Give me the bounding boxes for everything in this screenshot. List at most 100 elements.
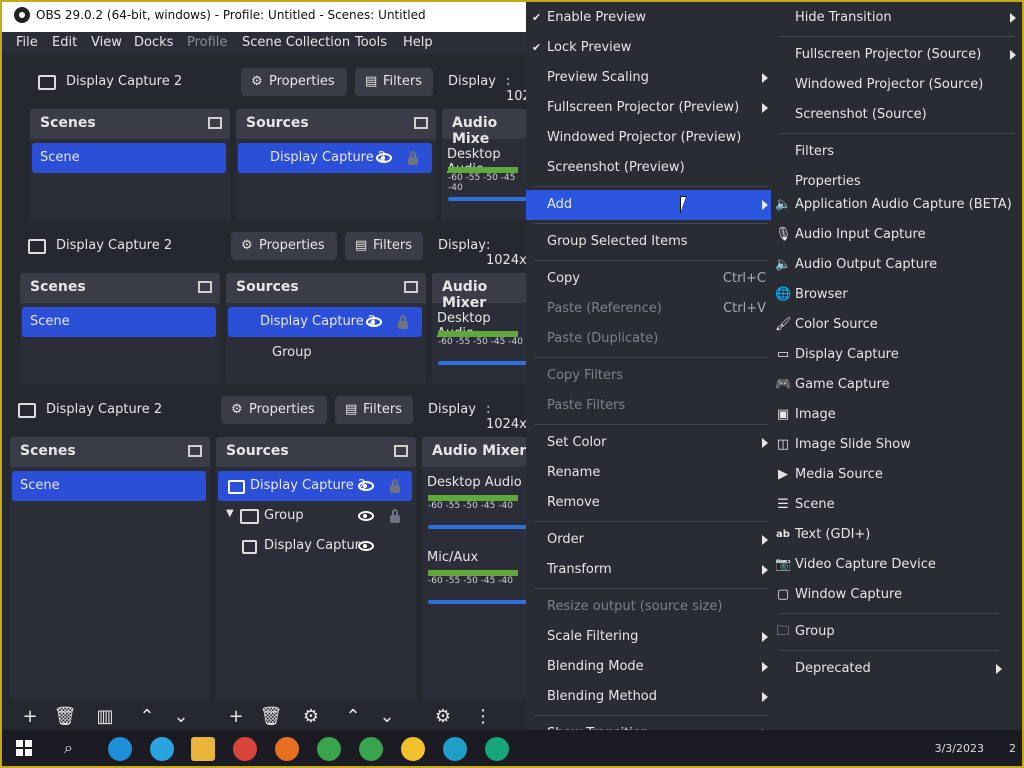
menu-filters[interactable]: Filters (771, 137, 1024, 167)
firefox-icon[interactable] (275, 737, 299, 761)
chrome-dev-icon[interactable] (359, 737, 383, 761)
undock-icon[interactable] (208, 117, 222, 129)
scene-row[interactable]: Scene (32, 143, 226, 173)
expand-arrow-icon[interactable]: ▼ (226, 508, 234, 519)
menu-blending-method[interactable]: Blending Method (526, 682, 776, 712)
menu-screenshot-source[interactable]: Screenshot (Source) (771, 100, 1024, 130)
visibility-eye-icon[interactable] (366, 317, 382, 327)
menu-help[interactable]: Help (403, 35, 433, 50)
menu-order[interactable]: Order (526, 525, 776, 555)
volume-slider[interactable] (438, 361, 528, 365)
add-browser[interactable]: 🌐 Browser (771, 280, 1024, 310)
group-row[interactable]: ▼ Group (218, 501, 412, 531)
scene-row[interactable]: Scene (22, 307, 216, 337)
add-color-source[interactable]: 🖌 Color Source (771, 310, 1024, 340)
add-image-slide-show[interactable]: ◫ Image Slide Show (771, 430, 1024, 460)
notification-count[interactable]: 2 (1009, 742, 1016, 755)
source-down-icon[interactable]: ⌄ (374, 706, 400, 728)
undock-icon[interactable] (198, 281, 212, 293)
add-image[interactable]: ▣ Image (771, 400, 1024, 430)
filters-button[interactable]: ▤ Filters (335, 396, 413, 424)
menu-edit[interactable]: Edit (52, 35, 77, 50)
add-scene-button[interactable]: + (17, 706, 43, 728)
menu-fullscreen-projector-source[interactable]: Fullscreen Projector (Source) (771, 40, 1024, 70)
menu-screenshot-preview[interactable]: Screenshot (Preview) (526, 153, 776, 183)
menu-group-selected-items[interactable]: Group Selected Items (526, 227, 776, 257)
source-row[interactable]: Display Capture 2 (228, 307, 422, 337)
add-game-capture[interactable]: 🎮 Game Capture (771, 370, 1024, 400)
menu-profile[interactable]: Profile (187, 35, 227, 50)
undock-icon[interactable] (404, 281, 418, 293)
menu-windowed-projector-source[interactable]: Windowed Projector (Source) (771, 70, 1024, 100)
menu-view[interactable]: View (91, 35, 122, 50)
add-media-source[interactable]: ▶ Media Source (771, 460, 1024, 490)
menu-docks[interactable]: Docks (134, 35, 173, 50)
source-row[interactable]: Display Capture 2 (218, 471, 412, 501)
move-down-icon[interactable]: ⌄ (168, 706, 194, 728)
add-audio-input-capture[interactable]: 🎙 Audio Input Capture (771, 220, 1024, 250)
lock-icon[interactable] (390, 479, 400, 493)
undock-icon[interactable] (414, 117, 428, 129)
move-up-icon[interactable]: ⌃ (134, 706, 160, 728)
add-text-gdi[interactable]: ab Text (GDI+) (771, 520, 1024, 550)
remove-scene-icon[interactable]: 🗑 (52, 706, 78, 728)
add-display-capture[interactable]: ▭ Display Capture (771, 340, 1024, 370)
add-deprecated[interactable]: Deprecated (771, 654, 1024, 684)
visibility-eye-icon[interactable] (358, 481, 374, 491)
menu-file[interactable]: File (16, 35, 38, 50)
menu-tools[interactable]: Tools (355, 35, 387, 50)
add-application-audio-capture[interactable]: 🔈 Application Audio Capture (BETA) (771, 190, 1024, 220)
menu-copy[interactable]: Copy Ctrl+C (526, 264, 776, 294)
visibility-eye-icon[interactable] (358, 541, 374, 551)
menu-scene-collection[interactable]: Scene Collection (242, 35, 350, 50)
search-icon[interactable]: ⌕ (64, 738, 73, 758)
menu-enable-preview[interactable]: ✔ Enable Preview (526, 3, 776, 33)
menu-hide-transition[interactable]: Hide Transition (771, 3, 1024, 33)
menu-fullscreen-projector-preview[interactable]: Fullscreen Projector (Preview) (526, 93, 776, 123)
properties-button[interactable]: ⚙ Properties (241, 68, 347, 96)
chrome-beta-icon[interactable] (317, 737, 341, 761)
add-video-capture-device[interactable]: 📷 Video Capture Device (771, 550, 1024, 580)
mixer-menu-icon[interactable]: ⋮ (470, 706, 496, 728)
visibility-eye-icon[interactable] (376, 153, 392, 163)
source-up-icon[interactable]: ⌃ (340, 706, 366, 728)
menu-properties[interactable]: Properties (771, 167, 1024, 187)
menu-remove[interactable]: Remove (526, 488, 776, 518)
undock-icon[interactable] (394, 445, 408, 457)
group-child-row[interactable]: Display Captur (218, 531, 412, 561)
advanced-audio-gear-icon[interactable]: ⚙ (430, 706, 456, 728)
add-source-button[interactable]: + (223, 706, 249, 728)
edge-icon[interactable] (150, 737, 174, 761)
edge-beta-icon[interactable] (443, 737, 467, 761)
menu-blending-mode[interactable]: Blending Mode (526, 652, 776, 682)
lock-icon[interactable] (408, 151, 418, 165)
remove-source-icon[interactable]: 🗑 (258, 706, 284, 728)
lock-icon[interactable] (398, 315, 408, 329)
properties-button[interactable]: ⚙ Properties (221, 396, 327, 424)
menu-set-color[interactable]: Set Color (526, 428, 776, 458)
add-scene[interactable]: ☰ Scene (771, 490, 1024, 520)
volume-slider[interactable] (428, 600, 528, 604)
edge-dev-icon[interactable] (485, 737, 509, 761)
properties-button[interactable]: ⚙ Properties (231, 232, 337, 260)
file-explorer-icon[interactable] (191, 737, 215, 761)
chrome-icon[interactable] (233, 737, 257, 761)
source-row[interactable]: Display Capture 2 (238, 143, 432, 173)
edge-beta-icon[interactable] (108, 737, 132, 761)
add-window-capture[interactable]: ▢ Window Capture (771, 580, 1024, 610)
volume-slider[interactable] (448, 197, 528, 201)
menu-lock-preview[interactable]: ✔ Lock Preview (526, 33, 776, 63)
filters-button[interactable]: ▤ Filters (355, 68, 433, 96)
add-group[interactable]: 🗀 Group (771, 617, 1024, 647)
menu-windowed-projector-preview[interactable]: Windowed Projector (Preview) (526, 123, 776, 153)
menu-add[interactable]: Add (526, 190, 776, 220)
scene-filters-icon[interactable]: ▥ (92, 706, 118, 728)
menu-transform[interactable]: Transform (526, 555, 776, 585)
add-audio-output-capture[interactable]: 🔈 Audio Output Capture (771, 250, 1024, 280)
windows-start-icon[interactable] (16, 740, 32, 756)
scene-row[interactable]: Scene (12, 471, 206, 501)
menu-rename[interactable]: Rename (526, 458, 776, 488)
filters-button[interactable]: ▤ Filters (345, 232, 423, 260)
undock-icon[interactable] (188, 445, 202, 457)
visibility-eye-icon[interactable] (358, 511, 374, 521)
